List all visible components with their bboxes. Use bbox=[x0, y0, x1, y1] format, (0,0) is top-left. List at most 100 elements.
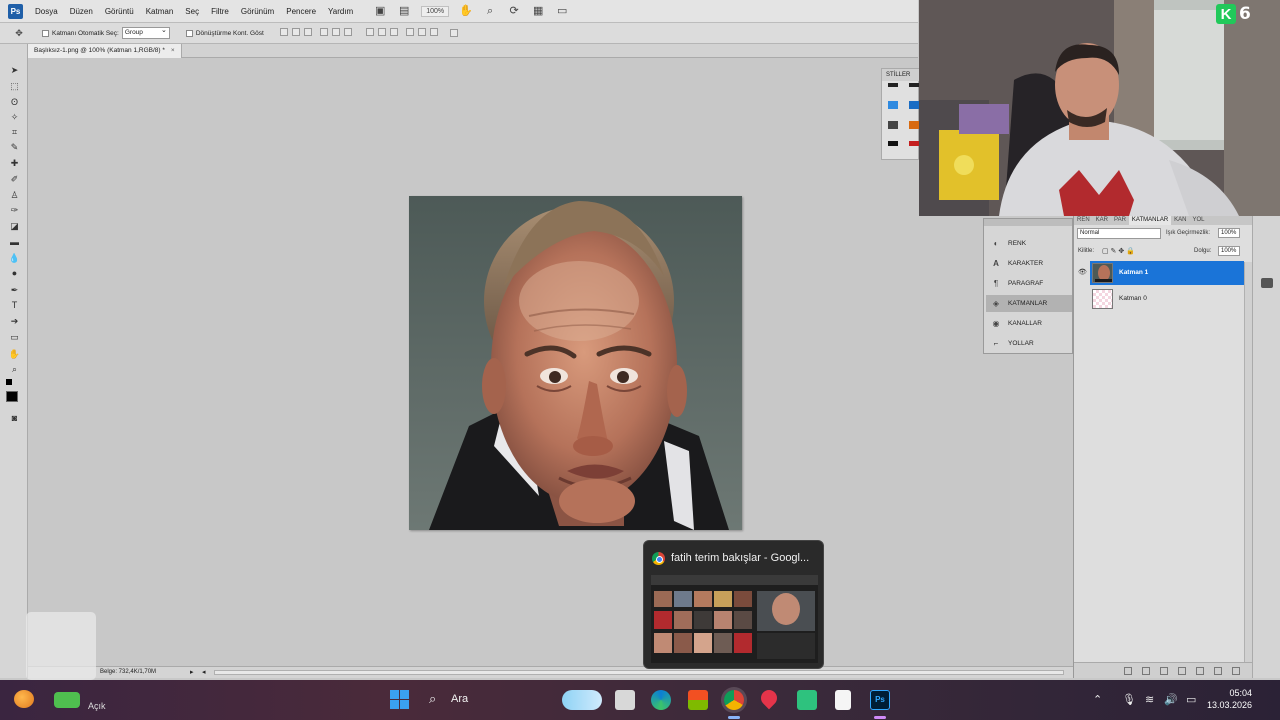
menu-katman[interactable]: Katman bbox=[140, 7, 180, 16]
maps-icon[interactable] bbox=[757, 686, 781, 710]
menu-duzen[interactable]: Düzen bbox=[64, 7, 99, 16]
auto-select-checkbox[interactable] bbox=[42, 29, 49, 37]
status-menu-arrow-icon[interactable]: ▸ bbox=[190, 667, 194, 678]
taskbar-window-preview[interactable]: fatih terim bakışlar - Googl... bbox=[643, 540, 824, 669]
layer-style-icon[interactable] bbox=[1142, 667, 1150, 675]
document-app-icon[interactable] bbox=[835, 690, 851, 710]
distribute-right-icon[interactable] bbox=[429, 28, 438, 36]
edge-icon[interactable] bbox=[651, 690, 671, 710]
app-green-icon[interactable] bbox=[797, 690, 817, 710]
align-right-icon[interactable] bbox=[343, 28, 352, 36]
bridge-icon[interactable]: ▣ bbox=[373, 5, 387, 17]
pen-tool-icon[interactable]: ✒ bbox=[8, 284, 21, 296]
align-bottom-icon[interactable] bbox=[303, 28, 312, 36]
style-swatch[interactable] bbox=[888, 141, 898, 146]
type-tool-icon[interactable]: T bbox=[8, 299, 21, 311]
panel-nav-kanallar[interactable]: ◉ KANALLAR bbox=[986, 315, 1072, 332]
panel-nav-yollar[interactable]: ⌐ YOLLAR bbox=[986, 335, 1072, 352]
tab-kanallar[interactable]: KAN bbox=[1171, 216, 1189, 225]
fill-field[interactable]: 100% bbox=[1218, 246, 1240, 256]
microphone-icon[interactable]: 🎙 bbox=[1122, 693, 1136, 706]
document-canvas[interactable] bbox=[409, 196, 742, 530]
eyedropper-tool-icon[interactable]: ✎ bbox=[8, 141, 21, 153]
panel-nav-renk[interactable]: ◐ RENK bbox=[986, 235, 1072, 252]
panel-nav-paragraf[interactable]: ¶ PARAGRAF bbox=[986, 275, 1072, 292]
zoom-icon[interactable]: ⌕ bbox=[483, 5, 497, 17]
tab-yollar[interactable]: YOL bbox=[1190, 216, 1208, 225]
link-layers-icon[interactable] bbox=[1124, 667, 1132, 675]
search-icon[interactable]: ⌕ bbox=[429, 691, 436, 707]
marquee-tool-icon[interactable]: ⬚ bbox=[8, 80, 21, 92]
battery-icon[interactable]: ▭ bbox=[1186, 693, 1196, 706]
layer-mask-icon[interactable] bbox=[1160, 667, 1168, 675]
auto-align-icon[interactable] bbox=[449, 29, 458, 37]
menu-yardim[interactable]: Yardım bbox=[322, 7, 359, 16]
style-swatch[interactable] bbox=[888, 101, 898, 109]
distribute-top-icon[interactable] bbox=[365, 28, 374, 36]
menu-pencere[interactable]: Pencere bbox=[280, 7, 322, 16]
distribute-hcenter-icon[interactable] bbox=[417, 28, 426, 36]
foreground-color-swatch[interactable] bbox=[6, 391, 18, 402]
quick-mask-icon[interactable]: ◙ bbox=[8, 412, 21, 424]
distribute-vcenter-icon[interactable] bbox=[377, 28, 386, 36]
history-brush-tool-icon[interactable]: ✑ bbox=[8, 204, 21, 216]
align-vcenter-icon[interactable] bbox=[291, 28, 300, 36]
path-selection-tool-icon[interactable]: ➔ bbox=[8, 315, 21, 327]
screen-mode-select-icon[interactable]: ▭ bbox=[555, 5, 569, 17]
tab-karakter[interactable]: KAR bbox=[1093, 216, 1111, 225]
arrange-documents-icon[interactable]: ▦ bbox=[531, 5, 545, 17]
layer-row-katman-0[interactable]: Katman 0 bbox=[1090, 287, 1244, 311]
menu-goruntu[interactable]: Görüntü bbox=[99, 7, 140, 16]
menu-sec[interactable]: Seç bbox=[179, 7, 205, 16]
shape-tool-icon[interactable]: ▭ bbox=[8, 331, 21, 343]
chrome-taskbar-icon[interactable] bbox=[724, 690, 744, 710]
photoshop-taskbar-icon[interactable]: Ps bbox=[870, 690, 890, 710]
eraser-tool-icon[interactable]: ◪ bbox=[8, 220, 21, 232]
document-tab[interactable]: Başlıksız-1.png @ 100% (Katman 1,RGB/8) … bbox=[28, 44, 182, 58]
file-explorer-icon[interactable] bbox=[615, 690, 635, 710]
panel-dock-header[interactable] bbox=[984, 219, 1072, 226]
layer-row-katman-1[interactable]: Katman 1 bbox=[1090, 261, 1244, 285]
move-tool-preset-icon[interactable]: ✥ bbox=[12, 27, 26, 39]
menu-dosya[interactable]: Dosya bbox=[29, 7, 64, 16]
distribute-left-icon[interactable] bbox=[405, 28, 414, 36]
adjustment-layer-icon[interactable] bbox=[1178, 667, 1186, 675]
clone-stamp-tool-icon[interactable]: ♙ bbox=[8, 189, 21, 201]
hand-tool-icon[interactable]: ✋ bbox=[8, 348, 21, 360]
panel-collapse-icon[interactable] bbox=[1261, 278, 1273, 288]
brush-tool-icon[interactable]: ✐ bbox=[8, 173, 21, 185]
style-swatch[interactable] bbox=[909, 83, 919, 87]
crop-tool-icon[interactable]: ⌗ bbox=[8, 126, 21, 138]
styles-panel-tab[interactable]: STİLLER bbox=[882, 69, 920, 81]
horizontal-scrollbar[interactable] bbox=[214, 670, 1064, 675]
rotate-view-icon[interactable]: ⟳ bbox=[507, 5, 521, 17]
tray-overflow-icon[interactable]: ⌃ bbox=[1093, 693, 1102, 706]
tab-paragraf[interactable]: PAR bbox=[1111, 216, 1129, 225]
style-swatch[interactable] bbox=[888, 121, 898, 129]
windows-start-icon[interactable] bbox=[390, 690, 409, 709]
hand-icon[interactable]: ✋ bbox=[459, 5, 473, 17]
panel-nav-katmanlar[interactable]: ◈ KATMANLAR bbox=[986, 295, 1072, 312]
new-layer-icon[interactable] bbox=[1214, 667, 1222, 675]
menu-filtre[interactable]: Filtre bbox=[205, 7, 235, 16]
healing-brush-tool-icon[interactable]: ✚ bbox=[8, 157, 21, 169]
align-hcenter-icon[interactable] bbox=[331, 28, 340, 36]
system-clock[interactable]: 05:04 13.03.2026 bbox=[1207, 687, 1252, 711]
close-tab-icon[interactable]: × bbox=[171, 47, 175, 54]
visibility-eye-icon[interactable]: 👁 bbox=[1078, 268, 1087, 276]
zoom-tool-icon[interactable]: ⌕ bbox=[8, 363, 21, 375]
distribute-bottom-icon[interactable] bbox=[389, 28, 398, 36]
screen-mode-icon[interactable]: ▤ bbox=[397, 5, 411, 17]
style-swatch[interactable] bbox=[909, 121, 919, 129]
zoom-level-select[interactable]: 100% bbox=[421, 5, 450, 17]
lock-icons[interactable]: ▢ ✎ ✥ 🔒 bbox=[1102, 247, 1135, 255]
align-left-icon[interactable] bbox=[319, 28, 328, 36]
new-group-icon[interactable] bbox=[1196, 667, 1204, 675]
store-icon[interactable] bbox=[688, 690, 708, 710]
move-tool-icon[interactable]: ➤ bbox=[8, 64, 21, 76]
style-swatch[interactable] bbox=[888, 83, 898, 87]
panel-nav-karakter[interactable]: A KARAKTER bbox=[986, 255, 1072, 272]
widgets-icon[interactable] bbox=[54, 692, 80, 708]
dodge-tool-icon[interactable]: ● bbox=[8, 267, 21, 279]
opacity-field[interactable]: 100% bbox=[1218, 228, 1240, 238]
